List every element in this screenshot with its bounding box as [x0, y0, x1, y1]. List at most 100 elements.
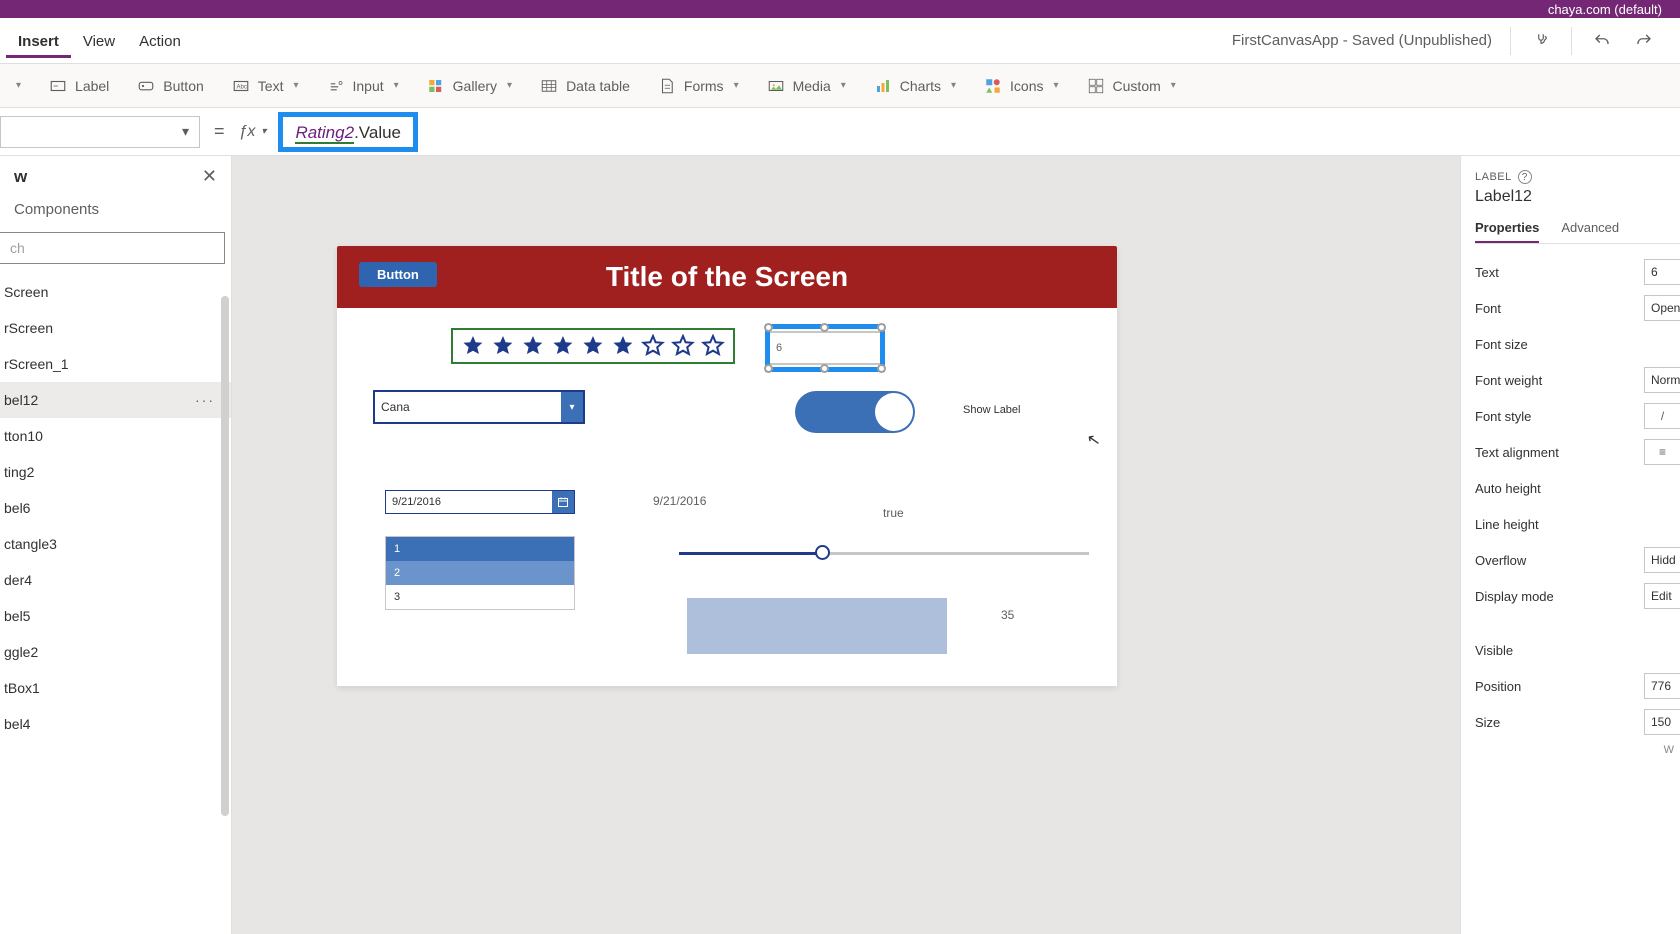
cmd-datatable[interactable]: Data table — [526, 64, 644, 107]
tree-item[interactable]: bel6 — [0, 490, 231, 526]
cmd-media[interactable]: Media▾ — [753, 64, 860, 107]
prop-position-field[interactable]: 776 — [1644, 673, 1680, 699]
cmd-charts-text: Charts — [900, 78, 941, 94]
chevron-down-icon[interactable]: ▾ — [561, 392, 583, 422]
formula-text[interactable]: Rating2.Value — [295, 123, 401, 143]
tree-item-selected[interactable]: bel12··· — [0, 382, 231, 418]
cmd-button[interactable]: Button — [123, 64, 217, 107]
text-icon: Abc — [232, 77, 250, 95]
list-item[interactable]: 2 — [386, 561, 574, 585]
control-name[interactable]: Label12 — [1475, 188, 1680, 206]
tree-item[interactable]: ctangle3 — [0, 526, 231, 562]
date-label: 9/21/2016 — [653, 494, 706, 508]
command-bar: ▾ Label Button Abc Text▾ Input▾ Gallery▾… — [0, 64, 1680, 108]
cmd-forms[interactable]: Forms▾ — [644, 64, 753, 107]
cmd-charts[interactable]: Charts▾ — [860, 64, 970, 107]
app-name: FirstCanvasApp - Saved (Unpublished) — [1232, 32, 1492, 49]
search-input[interactable]: ch — [0, 232, 225, 264]
redo-icon[interactable] — [1632, 29, 1656, 53]
selected-label[interactable]: 6 — [765, 324, 885, 372]
cmd-forms-text: Forms — [684, 78, 724, 94]
more-icon[interactable]: ··· — [195, 392, 215, 408]
scrollbar[interactable] — [221, 296, 229, 816]
calendar-icon[interactable] — [552, 491, 574, 513]
fx-label[interactable]: ƒx▾ — [239, 123, 267, 141]
cmd-button-text: Button — [163, 78, 203, 94]
list-item[interactable]: 1 — [386, 537, 574, 561]
tree-item[interactable]: rScreen — [0, 310, 231, 346]
boolean-label: true — [883, 506, 904, 520]
canvas[interactable]: Button Title of the Screen 6 Cana ▾ Show… — [337, 246, 1117, 686]
properties-panel: LABEL? Label12 Properties Advanced Text 6… — [1460, 156, 1680, 934]
cmd-icons[interactable]: Icons▾ — [970, 64, 1073, 107]
tree-item[interactable]: tton10 — [0, 418, 231, 454]
tab-properties[interactable]: Properties — [1475, 220, 1539, 243]
tab-advanced[interactable]: Advanced — [1561, 220, 1619, 243]
listbox[interactable]: 1 2 3 — [385, 536, 575, 610]
combo-text: Cana — [375, 400, 561, 414]
prop-text-label: Text — [1475, 265, 1499, 280]
tree-item[interactable]: ting2 — [0, 454, 231, 490]
cmd-input-text: Input — [353, 78, 384, 94]
cmd-label[interactable]: Label — [35, 64, 123, 107]
menubar: Insert View Action FirstCanvasApp - Save… — [0, 18, 1680, 64]
property-selector[interactable]: ▾ — [0, 116, 200, 148]
prop-overflow-field[interactable]: Hidd — [1644, 547, 1680, 573]
rating-control[interactable] — [451, 328, 735, 364]
align-left-icon[interactable]: ≡ — [1644, 439, 1680, 465]
undo-icon[interactable] — [1590, 29, 1614, 53]
tree-item[interactable]: Screen — [0, 274, 231, 310]
tree-item[interactable]: ggle2 — [0, 634, 231, 670]
rectangle[interactable] — [687, 598, 947, 654]
cmd-icons-text: Icons — [1010, 78, 1043, 94]
tree-item[interactable]: der4 — [0, 562, 231, 598]
cmd-gallery[interactable]: Gallery▾ — [413, 64, 526, 107]
tab-insert[interactable]: Insert — [6, 23, 71, 58]
close-icon[interactable]: ✕ — [202, 166, 217, 187]
tree-item[interactable]: bel5 — [0, 598, 231, 634]
tab-view[interactable]: View — [71, 23, 127, 58]
media-icon — [767, 77, 785, 95]
icons-icon — [984, 77, 1002, 95]
combobox[interactable]: Cana ▾ — [373, 390, 585, 424]
cmd-media-text: Media — [793, 78, 831, 94]
prop-displaymode-label: Display mode — [1475, 589, 1554, 604]
tree-item[interactable]: rScreen_1 — [0, 346, 231, 382]
prop-size-field[interactable]: 150 — [1644, 709, 1680, 735]
cmd-custom[interactable]: Custom▾ — [1073, 64, 1190, 107]
date-picker[interactable]: 9/21/2016 — [385, 490, 575, 514]
prop-fontsize-label: Font size — [1475, 337, 1528, 352]
slider-thumb[interactable] — [815, 545, 830, 560]
health-icon[interactable] — [1529, 29, 1553, 53]
cmd-input[interactable]: Input▾ — [313, 64, 413, 107]
prop-size-label: Size — [1475, 715, 1500, 730]
components-tab[interactable]: Components — [0, 191, 231, 222]
label-icon — [49, 77, 67, 95]
prop-fontstyle-field[interactable]: / — [1644, 403, 1680, 429]
prop-font-field[interactable]: Open — [1644, 295, 1680, 321]
cursor-icon: ↖ — [1085, 429, 1102, 451]
prop-text-field[interactable]: 6 — [1644, 259, 1680, 285]
formula-highlight: Rating2.Value — [278, 112, 418, 152]
tree-view-panel: w ✕ Components ch Screen rScreen rScreen… — [0, 156, 232, 934]
wrap-hint: W — [1475, 744, 1680, 756]
tree-item[interactable]: tBox1 — [0, 670, 231, 706]
toggle[interactable] — [795, 391, 915, 433]
canvas-area[interactable]: Button Title of the Screen 6 Cana ▾ Show… — [232, 156, 1460, 934]
cmd-text[interactable]: Abc Text▾ — [218, 64, 313, 107]
prop-font-label: Font — [1475, 301, 1501, 316]
tab-action[interactable]: Action — [127, 23, 193, 58]
header-button[interactable]: Button — [359, 262, 437, 287]
slider[interactable] — [679, 552, 1089, 555]
prop-displaymode-field[interactable]: Edit — [1644, 583, 1680, 609]
screen-header: Button Title of the Screen — [337, 246, 1117, 308]
screen-title: Title of the Screen — [606, 261, 848, 293]
tree-item[interactable]: bel4 — [0, 706, 231, 742]
prop-fontweight-field[interactable]: Norm — [1644, 367, 1680, 393]
help-icon[interactable]: ? — [1518, 170, 1532, 184]
custom-icon — [1087, 77, 1105, 95]
cmd-label-text: Label — [75, 78, 109, 94]
control-type: LABEL — [1475, 171, 1512, 183]
cmd-dropdown-arrow[interactable]: ▾ — [0, 64, 35, 107]
list-item[interactable]: 3 — [386, 585, 574, 609]
